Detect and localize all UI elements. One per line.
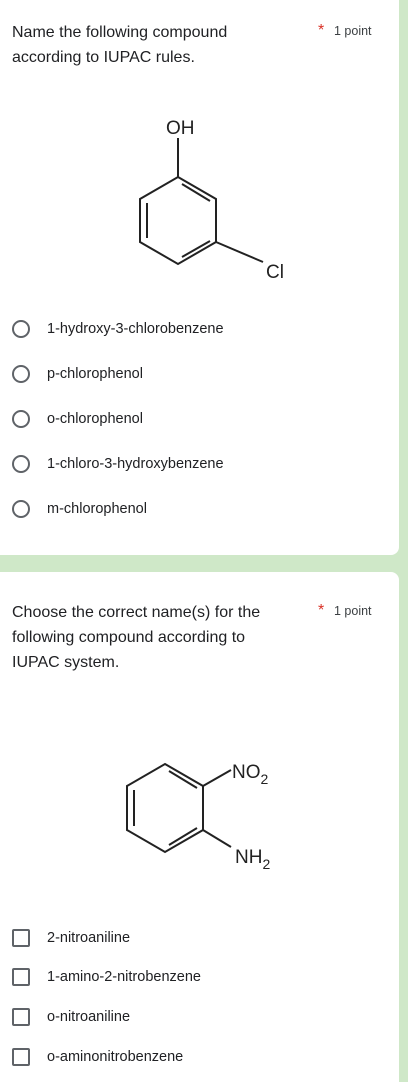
question-title: Name the following compound according to… xyxy=(12,24,228,66)
checkbox[interactable] xyxy=(12,929,30,947)
option-label: 1-chloro-3-hydroxybenzene xyxy=(47,456,224,472)
question-header: Choose the correct name(s) for the follo… xyxy=(12,600,389,675)
option-label: m-chlorophenol xyxy=(47,501,147,517)
checkbox[interactable] xyxy=(12,968,30,986)
option-label: o-nitroaniline xyxy=(47,1009,131,1025)
chlorophenol-structure-image: OH Cl xyxy=(120,110,300,290)
option-label: 1-hydroxy-3-chlorobenzene xyxy=(47,321,224,337)
option-label: 2-nitroaniline xyxy=(47,930,131,946)
option-3[interactable]: o-chlorophenol xyxy=(11,407,143,431)
checkbox[interactable] xyxy=(12,1048,30,1066)
option-3[interactable]: o-nitroaniline xyxy=(11,1005,130,1029)
nitroaniline-structure-image: NO2 NH2 xyxy=(110,752,310,882)
oh-group-label: OH xyxy=(166,118,195,139)
option-label: o-chlorophenol xyxy=(47,411,143,427)
option-2[interactable]: 1-amino-2-nitrobenzene xyxy=(11,965,201,989)
checkbox[interactable] xyxy=(12,1008,30,1026)
required-asterisk: * xyxy=(318,22,325,39)
option-label: p-chlorophenol xyxy=(47,366,143,382)
option-1[interactable]: 2-nitroaniline xyxy=(11,926,130,950)
amino-group-label: NH2 xyxy=(235,847,270,872)
option-5[interactable]: m-chlorophenol xyxy=(11,497,147,521)
points-label: 1 point xyxy=(334,604,372,618)
radio-button[interactable] xyxy=(12,455,30,473)
question-card-2: Choose the correct name(s) for the follo… xyxy=(0,572,399,1082)
radio-button[interactable] xyxy=(12,410,30,428)
cl-group-label: Cl xyxy=(266,262,284,283)
question-title: Choose the correct name(s) for the follo… xyxy=(12,604,261,671)
required-asterisk: * xyxy=(318,602,325,619)
question-card-1: Name the following compound according to… xyxy=(0,0,399,555)
option-4[interactable]: 1-chloro-3-hydroxybenzene xyxy=(11,452,224,476)
points-label: 1 point xyxy=(334,24,372,38)
option-1[interactable]: 1-hydroxy-3-chlorobenzene xyxy=(11,317,224,341)
question-header: Name the following compound according to… xyxy=(12,20,389,70)
radio-button[interactable] xyxy=(12,320,30,338)
nitro-group-label: NO2 xyxy=(232,762,269,787)
radio-button[interactable] xyxy=(12,500,30,518)
option-2[interactable]: p-chlorophenol xyxy=(11,362,143,386)
radio-button[interactable] xyxy=(12,365,30,383)
option-4[interactable]: o-aminonitrobenzene xyxy=(11,1045,183,1069)
option-label: o-aminonitrobenzene xyxy=(47,1049,184,1065)
option-label: 1-amino-2-nitrobenzene xyxy=(47,969,201,985)
